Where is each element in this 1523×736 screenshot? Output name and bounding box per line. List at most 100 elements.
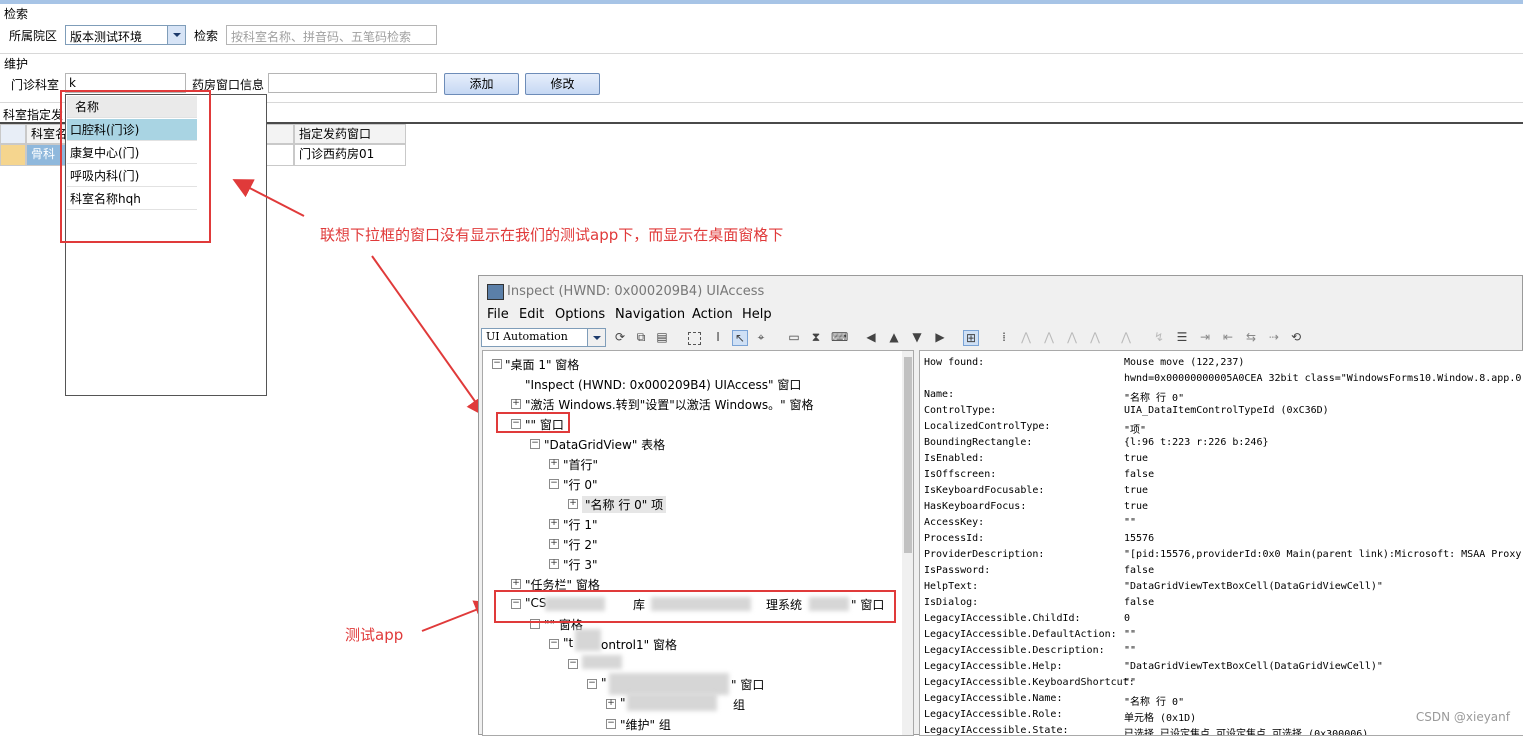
- tree-node-datagridview[interactable]: "DataGridView" 表格: [544, 436, 665, 453]
- menu-options[interactable]: Options: [555, 307, 605, 322]
- settings-icon[interactable]: ▤: [655, 330, 669, 344]
- collapse-icon[interactable]: −: [568, 659, 578, 669]
- watch-cursor-icon[interactable]: ⌖: [754, 330, 768, 344]
- redacted-region: [582, 655, 622, 669]
- tree-sibling-icon[interactable]: ⋀: [1065, 330, 1079, 344]
- tree-node-maintain-group[interactable]: "维护" 组: [620, 716, 671, 733]
- prop-value: 15576: [1124, 533, 1155, 544]
- expand-icon[interactable]: +: [549, 539, 559, 549]
- prop-value: {l:96 t:223 r:226 b:246}: [1124, 437, 1269, 448]
- rect-select-icon[interactable]: [688, 332, 701, 345]
- expand-icon[interactable]: +: [511, 399, 521, 409]
- node-icon[interactable]: ⁞: [997, 330, 1011, 344]
- tree-node-group[interactable]: 组: [733, 696, 745, 713]
- highlight-icon[interactable]: ▭: [787, 330, 801, 344]
- mode-select[interactable]: UI Automation: [481, 328, 606, 347]
- menu-help[interactable]: Help: [742, 307, 772, 322]
- collapse-icon[interactable]: −: [492, 359, 502, 369]
- properties-pane[interactable]: How found: Mouse move (122,237) hwnd=0x000…: [919, 350, 1523, 736]
- collapse-icon[interactable]: −: [530, 439, 540, 449]
- expand-icon[interactable]: +: [568, 499, 578, 509]
- caret-icon[interactable]: I: [711, 330, 725, 344]
- tree-scrollbar[interactable]: [902, 351, 913, 735]
- tool-icon[interactable]: ↯: [1152, 330, 1166, 344]
- prop-key: ControlType:: [924, 405, 997, 416]
- tree-child-icon[interactable]: ⋀: [1042, 330, 1056, 344]
- refresh-icon[interactable]: ⟳: [613, 330, 627, 344]
- prop-value: false: [1124, 565, 1155, 576]
- collapse-icon[interactable]: −: [587, 679, 597, 689]
- prop-value: false: [1124, 469, 1155, 480]
- prop-key: IsDialog:: [924, 597, 979, 608]
- tree-node-row1[interactable]: "行 1": [563, 516, 598, 533]
- element-tree[interactable]: − "桌面 1" 窗格 "Inspect (HWND: 0x000209B4) …: [482, 350, 914, 736]
- tree-node-activate-windows[interactable]: "激活 Windows.转到"设置"以激活 Windows。" 窗格: [525, 396, 813, 413]
- redacted-region: [609, 673, 729, 695]
- copy-icon[interactable]: ⧉: [634, 330, 648, 344]
- tree-node-window-prefix[interactable]: ": [601, 676, 607, 690]
- tree-view-icon[interactable]: ⊞: [963, 330, 979, 346]
- collapse-icon[interactable]: −: [549, 639, 559, 649]
- prop-value: "": [1124, 645, 1137, 656]
- expand-icon[interactable]: +: [549, 519, 559, 529]
- arrow-down-icon[interactable]: ▼: [910, 330, 924, 344]
- collapse-icon[interactable]: −: [549, 479, 559, 489]
- prop-key: IsEnabled:: [924, 453, 985, 464]
- tree-node-row0[interactable]: "行 0": [563, 476, 598, 493]
- tree-node-group-prefix[interactable]: ": [620, 696, 626, 710]
- keyboard-icon[interactable]: ⌨: [831, 330, 848, 344]
- tree-last-icon[interactable]: ⋀: [1088, 330, 1102, 344]
- arrow-up-icon[interactable]: ▲: [887, 330, 901, 344]
- prop-value: "项": [1124, 425, 1147, 436]
- prop-value: false: [1124, 597, 1155, 608]
- menu-navigation[interactable]: Navigation: [615, 307, 685, 322]
- expand-icon[interactable]: +: [549, 459, 559, 469]
- prop-value: "": [1124, 629, 1137, 640]
- expand-icon[interactable]: ⇢: [1267, 330, 1281, 344]
- tree-parent-icon[interactable]: ⋀: [1019, 330, 1033, 344]
- wrap-icon[interactable]: ⇆: [1244, 330, 1258, 344]
- expand-icon[interactable]: +: [606, 699, 616, 709]
- annotation-app-note: 测试app: [345, 626, 404, 644]
- tree-node-desktop[interactable]: "桌面 1" 窗格: [505, 356, 579, 373]
- sync-icon[interactable]: ⟲: [1289, 330, 1303, 344]
- menu-action[interactable]: Action: [692, 307, 733, 322]
- arrow-right-icon[interactable]: ▶: [933, 330, 947, 344]
- hourglass-icon[interactable]: ⧗: [809, 330, 823, 344]
- inspect-title: Inspect (HWND: 0x000209B4) UIAccess: [507, 284, 765, 299]
- prop-value: UIA_DataItemControlTypeId (0xC36D): [1124, 405, 1329, 416]
- tree-node-tabcontrol-prefix[interactable]: "t: [563, 636, 573, 650]
- chevron-down-icon[interactable]: [587, 329, 605, 346]
- indent-icon[interactable]: ⇤: [1221, 330, 1235, 344]
- prop-key: LegacyIAccessible.Name:: [924, 693, 1063, 704]
- tree-node-window[interactable]: " 窗口: [731, 676, 764, 693]
- prop-value: "DataGridViewTextBoxCell(DataGridViewCel…: [1124, 661, 1383, 672]
- prop-key: LegacyIAccessible.DefaultAction:: [924, 629, 1117, 640]
- expand-icon[interactable]: +: [549, 559, 559, 569]
- list-icon[interactable]: ☰: [1175, 330, 1189, 344]
- prop-key: LegacyIAccessible.State:: [924, 725, 1069, 736]
- prop-key: HelpText:: [924, 581, 979, 592]
- tree-node-inspect[interactable]: "Inspect (HWND: 0x000209B4) UIAccess" 窗口: [525, 376, 801, 393]
- pointer-icon[interactable]: ↖: [732, 330, 748, 346]
- arrow-left-icon[interactable]: ◀: [864, 330, 878, 344]
- menu-edit[interactable]: Edit: [519, 307, 544, 322]
- tree-node-row3[interactable]: "行 3": [563, 556, 598, 573]
- prop-value: true: [1124, 501, 1149, 512]
- align-icon[interactable]: ⇥: [1198, 330, 1212, 344]
- tree-node-tabcontrol[interactable]: ontrol1" 窗格: [601, 636, 677, 653]
- tree-node-name-row0[interactable]: "名称 行 0" 项: [582, 496, 667, 513]
- tree-scroll-thumb[interactable]: [904, 357, 912, 553]
- tree-node-row2[interactable]: "行 2": [563, 536, 598, 553]
- prop-key: LegacyIAccessible.ChildId:: [924, 613, 1081, 624]
- expand-icon[interactable]: +: [511, 579, 521, 589]
- inspect-window[interactable]: Inspect (HWND: 0x000209B4) UIAccess File…: [478, 275, 1523, 736]
- prop-key: IsOffscreen:: [924, 469, 997, 480]
- collapse-icon[interactable]: −: [606, 719, 616, 729]
- highlight-window-node: [496, 412, 570, 433]
- prop-key: HasKeyboardFocus:: [924, 501, 1027, 512]
- highlight-app-node: [494, 590, 896, 623]
- menu-file[interactable]: File: [487, 307, 509, 322]
- tree-node-header-row[interactable]: "首行": [563, 456, 598, 473]
- tree-root-icon[interactable]: ⋀: [1119, 330, 1133, 344]
